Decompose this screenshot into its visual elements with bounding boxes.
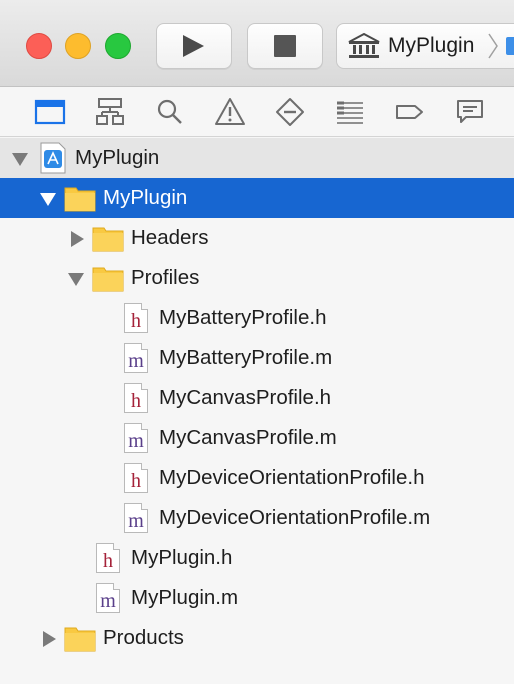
scheme-selector[interactable]: MyPlugin	[336, 23, 514, 69]
folder-icon	[64, 624, 96, 658]
list-icon[interactable]	[334, 96, 366, 128]
tree-row-myplugin-group[interactable]: MyPlugin	[0, 178, 514, 218]
file-label: MyBatteryProfile.h	[159, 306, 327, 329]
disclosure-collapsed-icon[interactable]	[68, 230, 86, 248]
headers-label: Headers	[131, 226, 209, 249]
implementation-file-icon: m	[124, 503, 148, 533]
xcode-project-icon	[40, 142, 66, 180]
profiles-label: Profiles	[131, 266, 200, 289]
stop-button[interactable]	[247, 23, 323, 69]
navigator-selector-bar	[0, 87, 514, 137]
warning-icon[interactable]	[214, 96, 246, 128]
tree-row-file[interactable]: m MyPlugin.m	[0, 578, 514, 618]
file-label: MyCanvasProfile.h	[159, 386, 332, 409]
group-label: MyPlugin	[103, 186, 188, 209]
header-file-icon: h	[124, 463, 148, 493]
window-titlebar: MyPlugin	[0, 0, 514, 87]
tree-row-file[interactable]: m MyDeviceOrientationProfile.m	[0, 498, 514, 538]
header-file-icon: h	[124, 303, 148, 333]
hierarchy-icon[interactable]	[94, 96, 126, 128]
products-label: Products	[103, 626, 184, 649]
tag-icon[interactable]	[394, 96, 426, 128]
folder-icon	[92, 224, 124, 258]
minimize-window-button[interactable]	[65, 33, 91, 59]
file-label: MyPlugin.m	[131, 586, 239, 609]
disclosure-expanded-icon[interactable]	[39, 190, 57, 208]
folder-icon	[92, 264, 124, 298]
search-icon[interactable]	[154, 96, 186, 128]
disclosure-expanded-icon[interactable]	[67, 270, 85, 288]
file-label: MyDeviceOrientationProfile.h	[159, 466, 425, 489]
header-file-icon: h	[96, 543, 120, 573]
folder-icon[interactable]	[34, 96, 66, 128]
disclosure-collapsed-icon[interactable]	[40, 630, 58, 648]
zoom-window-button[interactable]	[105, 33, 131, 59]
tree-row-file[interactable]: h MyPlugin.h	[0, 538, 514, 578]
tree-row-profiles[interactable]: Profiles	[0, 258, 514, 298]
scheme-label: MyPlugin	[388, 34, 475, 57]
close-window-button[interactable]	[26, 33, 52, 59]
implementation-file-icon: m	[96, 583, 120, 613]
chevron-right-icon	[487, 32, 499, 65]
tree-row-products[interactable]: Products	[0, 618, 514, 658]
tree-row-file[interactable]: m MyBatteryProfile.m	[0, 338, 514, 378]
header-file-icon: h	[124, 383, 148, 413]
tree-row-file[interactable]: h MyDeviceOrientationProfile.h	[0, 458, 514, 498]
file-label: MyPlugin.h	[131, 546, 233, 569]
diamond-minus-icon[interactable]	[274, 96, 306, 128]
play-icon	[183, 35, 204, 57]
project-navigator-tree: MyPlugin MyPlugin Headers Profiles h MyB…	[0, 138, 514, 658]
folder-icon	[64, 184, 96, 218]
tree-row-file[interactable]: h MyBatteryProfile.h	[0, 298, 514, 338]
bank-icon	[347, 32, 381, 64]
tree-row-project[interactable]: MyPlugin	[0, 138, 514, 178]
tree-row-headers[interactable]: Headers	[0, 218, 514, 258]
file-label: MyDeviceOrientationProfile.m	[159, 506, 431, 529]
implementation-file-icon: m	[124, 343, 148, 373]
tree-row-file[interactable]: m MyCanvasProfile.m	[0, 418, 514, 458]
file-label: MyBatteryProfile.m	[159, 346, 333, 369]
disclosure-expanded-icon[interactable]	[11, 150, 29, 168]
implementation-file-icon: m	[124, 423, 148, 453]
tree-row-file[interactable]: h MyCanvasProfile.h	[0, 378, 514, 418]
stop-icon	[274, 35, 296, 57]
file-label: MyCanvasProfile.m	[159, 426, 337, 449]
speech-bubble-icon[interactable]	[454, 96, 486, 128]
device-icon	[505, 36, 514, 61]
run-button[interactable]	[156, 23, 232, 69]
project-label: MyPlugin	[75, 146, 160, 169]
